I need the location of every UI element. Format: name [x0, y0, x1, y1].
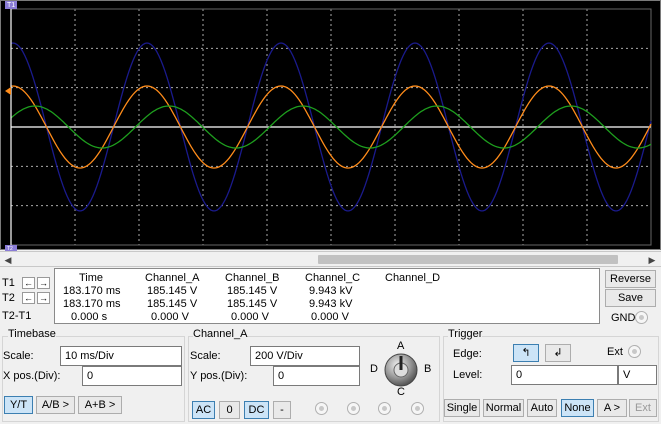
channel-selector-knob-icon[interactable] [383, 352, 419, 388]
scope-display[interactable]: T1 T2 [0, 0, 661, 251]
normal-button[interactable]: Normal [483, 399, 524, 417]
row3-time: 0.000 s [71, 311, 108, 323]
ext-label: Ext [607, 346, 623, 358]
edge-label: Edge: [453, 348, 482, 360]
col-header-time: Time [79, 272, 104, 284]
scroll-thumb[interactable] [318, 255, 618, 264]
ab-button[interactable]: A/B > [36, 396, 75, 414]
knob-label-b: B [424, 363, 432, 375]
single-button[interactable]: Single [444, 399, 480, 417]
knob-label-a: A [397, 340, 405, 352]
level-unit[interactable]: V [618, 365, 657, 385]
t1-left-arrow-icon[interactable]: ← [22, 277, 35, 289]
ext-trigger-button[interactable]: Ext [629, 399, 657, 417]
knob-label-d: D [370, 363, 378, 375]
gnd-radio[interactable] [635, 311, 648, 324]
t1-label: T1 [2, 277, 15, 289]
row1-time: 183.170 ms [63, 285, 121, 297]
ypos-input[interactable]: 0 [273, 366, 360, 386]
a-trigger-button[interactable]: A > [597, 399, 627, 417]
channel-radio-4[interactable] [411, 402, 424, 415]
measurement-readout: Time Channel_A Channel_B Channel_C Chann… [54, 268, 600, 324]
col-header-channel-d: Channel_D [385, 272, 441, 284]
row2-channel-b: 185.145 V [227, 298, 278, 310]
waveform-plot: T1T2 [5, 1, 652, 251]
t2-left-arrow-icon[interactable]: ← [22, 292, 35, 304]
row1-channel-b: 185.145 V [227, 285, 278, 297]
horizontal-scrollbar[interactable]: ◀ ▶ [0, 251, 661, 267]
save-button[interactable]: Save [605, 289, 656, 307]
col-header-channel-a: Channel_A [145, 272, 200, 284]
trigger-marker-icon [5, 87, 11, 95]
scroll-right-icon[interactable]: ▶ [646, 254, 658, 266]
xpos-label: X pos.(Div): [3, 370, 61, 382]
t2-right-arrow-icon[interactable]: → [37, 292, 50, 304]
t1-marker-text: T1 [7, 2, 15, 9]
yt-button[interactable]: Y/T [4, 396, 33, 414]
trigger-title: Trigger [448, 328, 483, 340]
reverse-button[interactable]: Reverse [605, 270, 656, 288]
row3-channel-b: 0.000 V [231, 311, 269, 323]
row1-channel-c: 9.943 kV [309, 285, 353, 297]
channel-title: Channel_A [193, 328, 248, 340]
row3-channel-c: 0.000 V [311, 311, 349, 323]
t2-label: T2 [2, 292, 15, 304]
rising-edge-icon[interactable]: ↰ [513, 344, 539, 362]
timebase-scale-label: Scale: [3, 350, 34, 362]
level-label: Level: [453, 369, 483, 381]
falling-edge-icon[interactable]: ↲ [545, 344, 571, 362]
gnd-label: GND [611, 312, 636, 324]
channel-scale-label: Scale: [190, 350, 221, 362]
none-button[interactable]: None [561, 399, 594, 417]
row3-channel-a: 0.000 V [151, 311, 189, 323]
timebase-title: Timebase [8, 328, 56, 340]
col-header-channel-b: Channel_B [225, 272, 280, 284]
col-header-channel-c: Channel_C [305, 272, 361, 284]
t2-t1-label: T2-T1 [2, 310, 32, 322]
auto-button[interactable]: Auto [527, 399, 557, 417]
ypos-label: Y pos.(Div): [190, 370, 248, 382]
channel-radio-2[interactable] [347, 402, 360, 415]
scroll-left-icon[interactable]: ◀ [2, 254, 14, 266]
xpos-input[interactable]: 0 [82, 366, 182, 386]
row2-channel-c: 9.943 kV [309, 298, 353, 310]
row2-channel-a: 185.145 V [147, 298, 198, 310]
minus-button[interactable]: - [273, 401, 291, 419]
level-input[interactable]: 0 [511, 365, 618, 385]
row1-channel-a: 185.145 V [147, 285, 198, 297]
zero-button[interactable]: 0 [219, 401, 240, 419]
channel-radio-3[interactable] [378, 402, 391, 415]
t1-right-arrow-icon[interactable]: → [37, 277, 50, 289]
channel-scale-input[interactable]: 200 V/Div [250, 346, 360, 366]
dc-button[interactable]: DC [244, 401, 269, 419]
ext-radio[interactable] [628, 345, 641, 358]
timebase-scale-input[interactable]: 10 ms/Div [60, 346, 182, 366]
channel-radio-1[interactable] [315, 402, 328, 415]
a-plus-b-button[interactable]: A+B > [78, 396, 122, 414]
row2-time: 183.170 ms [63, 298, 121, 310]
ac-button[interactable]: AC [192, 401, 215, 419]
